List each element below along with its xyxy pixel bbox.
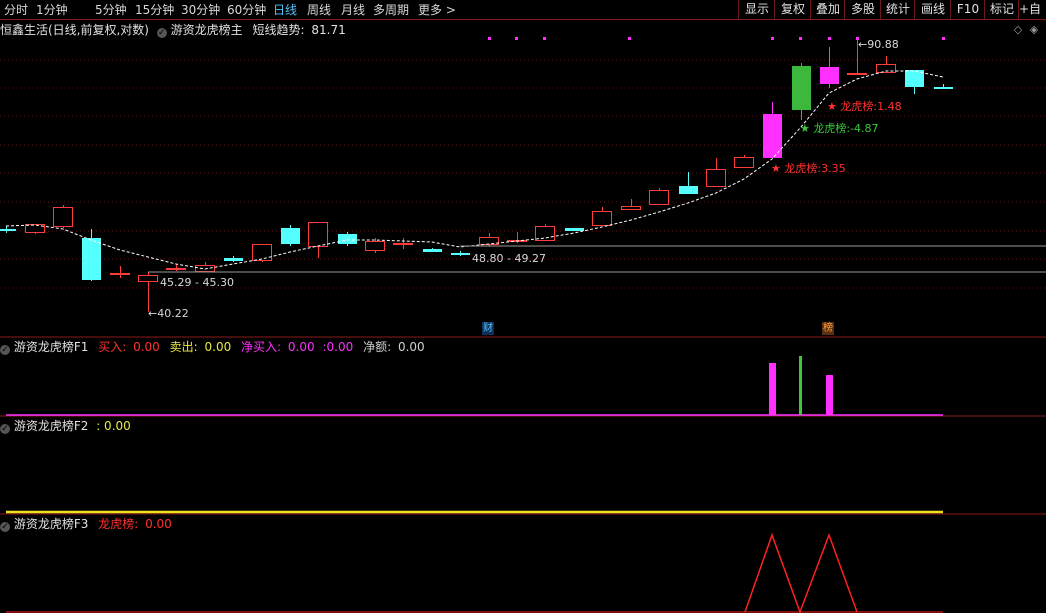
candle-body — [338, 234, 357, 244]
star-icon: ★ — [771, 162, 781, 175]
f3-lhb-line — [744, 532, 858, 613]
candle-body — [451, 253, 470, 255]
candle-body — [479, 237, 499, 245]
f1-settings-icon[interactable]: ✓ — [0, 345, 10, 355]
finance-event-marker[interactable]: 财 — [482, 322, 494, 335]
f2-value: : 0.00 — [96, 419, 131, 433]
signal-dot — [771, 37, 774, 40]
signal-dot — [799, 37, 802, 40]
candle-body — [592, 211, 612, 226]
candle-body — [847, 73, 867, 75]
range-low-label: 45.29 - 45.30 — [160, 276, 234, 289]
f3-label: 龙虎榜: — [98, 517, 139, 531]
star-icon: ★ — [827, 100, 837, 113]
signal-dot — [828, 37, 831, 40]
high-price-value: 90.88 — [867, 38, 899, 51]
candle-body — [166, 268, 186, 270]
candle-body — [649, 190, 669, 205]
candle-body — [82, 238, 101, 280]
signal-dot — [628, 37, 631, 40]
candle-body — [934, 87, 953, 89]
signal-dot — [515, 37, 518, 40]
f3-settings-icon[interactable]: ✓ — [0, 522, 10, 532]
f3-value: 0.00 — [145, 517, 172, 531]
f3-legend: ✓ 游资龙虎榜F3 龙虎榜: 0.00 — [0, 517, 172, 532]
low-price-label: ←40.22 — [148, 307, 189, 320]
candle-body — [308, 222, 328, 247]
candle-body — [0, 229, 16, 231]
candle-body — [281, 228, 300, 244]
low-price-value: 40.22 — [157, 307, 189, 320]
candle-body — [706, 169, 726, 187]
lhb-label-2-text: 龙虎榜:-4.87 — [813, 122, 879, 135]
candle-body — [53, 207, 73, 227]
f1-netbuy-bar — [769, 363, 776, 415]
candle-body — [792, 66, 811, 110]
candle-body — [621, 206, 641, 210]
candle-body — [820, 67, 839, 84]
f3-name[interactable]: 游资龙虎榜F3 — [14, 517, 89, 531]
star-icon: ★ — [800, 122, 810, 135]
candle-body — [393, 243, 413, 245]
candle-body — [224, 258, 243, 261]
lhb-label-1-text: 龙虎榜:3.35 — [784, 162, 846, 175]
candle-body — [365, 241, 385, 251]
candle-body — [734, 157, 754, 168]
f1-buy-value: 0.00 — [133, 340, 160, 354]
candle-body — [138, 275, 158, 282]
candle-body — [252, 244, 272, 261]
f1-name[interactable]: 游资龙虎榜F1 — [14, 340, 89, 354]
f1-netamt-value: 0.00 — [397, 340, 425, 354]
f1-buy-label: 买入: — [98, 340, 127, 354]
f1-netbuy-bar — [826, 375, 833, 415]
signal-dot — [942, 37, 945, 40]
lhb-label-1: ★ 龙虎榜:3.35 — [771, 163, 846, 175]
lhb-label-3-text: 龙虎榜:1.48 — [840, 100, 902, 113]
lhb-label-2: ★ 龙虎榜:-4.87 — [800, 123, 879, 135]
signal-dot — [488, 37, 491, 40]
candle-body — [423, 249, 442, 252]
f2-name[interactable]: 游资龙虎榜F2 — [14, 419, 89, 433]
f1-legend: ✓ 游资龙虎榜F1 买入: 0.00 卖出: 0.00 净买入: 0.00 :0… — [0, 340, 425, 355]
f1-sell-label: 卖出: — [169, 340, 198, 354]
f1-netbuy-value: 0.00 — [287, 340, 315, 354]
f1-sell-value: 0.00 — [204, 340, 232, 354]
f1-sell-bar — [799, 356, 802, 415]
f2-legend: ✓ 游资龙虎榜F2 : 0.00 — [0, 419, 131, 434]
f2-settings-icon[interactable]: ✓ — [0, 424, 10, 434]
high-price-label: ←90.88 — [858, 38, 899, 51]
candle-body — [565, 228, 584, 231]
lhb-label-3: ★ 龙虎榜:1.48 — [827, 101, 902, 113]
f1-netbuy-label: 净买入: — [241, 340, 282, 354]
range-mid-label: 48.80 - 49.27 — [472, 252, 546, 265]
candle-body — [679, 186, 698, 194]
lhb-event-marker[interactable]: 榜 — [822, 322, 834, 335]
candle-body — [110, 273, 130, 275]
f1-netamt-label: 净额: — [363, 340, 392, 354]
signal-dot — [543, 37, 546, 40]
f1-netbuy-value2: :0.00 — [322, 340, 354, 354]
